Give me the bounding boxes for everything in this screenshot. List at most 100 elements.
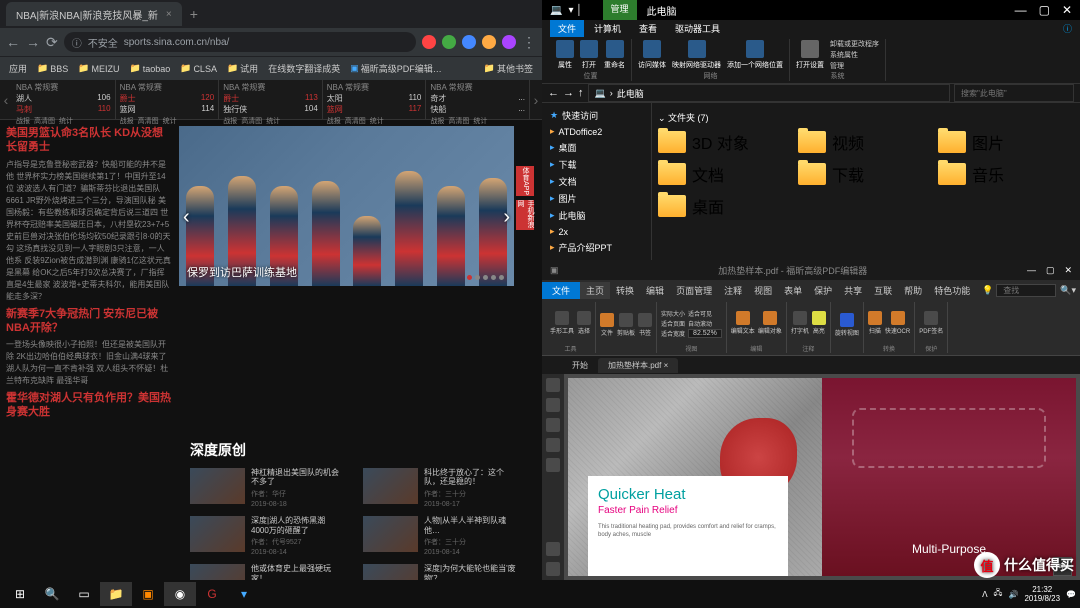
- folder-item[interactable]: 音乐: [938, 162, 1058, 186]
- manage runner #-link[interactable]: 管理: [830, 61, 879, 71]
- minimize-button[interactable]: —: [1027, 265, 1036, 276]
- zoom-page-button[interactable]: 适合页面: [661, 319, 685, 328]
- new-tab-button[interactable]: +: [190, 6, 198, 22]
- title-bar[interactable]: ▣ 加热垫样本.pdf - 福昕高级PDF编辑器 — ▢ ✕: [542, 260, 1080, 280]
- properties-button[interactable]: 属性: [556, 40, 574, 70]
- score-card[interactable]: NBA 常规赛 太阳110 篮网117 战报高清图统计: [323, 80, 427, 119]
- ribbon-tab[interactable]: 保护: [808, 282, 838, 299]
- app-taskbar-button[interactable]: ▾: [228, 582, 260, 606]
- open-button[interactable]: 打开: [580, 40, 598, 70]
- article-card[interactable]: 他或体育史上最强硬玩家！作者：三十分2019-08-13: [190, 564, 345, 580]
- headline-link[interactable]: 霍华德对湖人只有负作用？美国热身赛大胜: [6, 391, 171, 420]
- avatar-icon[interactable]: [502, 35, 516, 49]
- clock-time[interactable]: 21:32: [1024, 585, 1060, 594]
- ribbon-tab[interactable]: 页面管理: [670, 282, 718, 299]
- close-icon[interactable]: ×: [166, 9, 172, 20]
- back-button[interactable]: ←: [548, 87, 559, 99]
- page-view[interactable]: Multi-Purpose Quicker Heat Faster Pain R…: [564, 374, 1080, 580]
- explorer-taskbar-button[interactable]: 📁: [100, 582, 132, 606]
- ribbon-tab[interactable]: 视图: [748, 282, 778, 299]
- ribbon-tab[interactable]: 编辑: [640, 282, 670, 299]
- sign-button[interactable]: PDF签名: [919, 311, 943, 335]
- folder-item[interactable]: 视频: [798, 130, 918, 154]
- forward-button[interactable]: →: [563, 87, 574, 99]
- sidebar-item[interactable]: ▸ATDoffice2: [546, 124, 647, 139]
- folder-item[interactable]: 3D 对象: [658, 130, 778, 154]
- app-taskbar-button[interactable]: G: [196, 582, 228, 606]
- scan-button[interactable]: 扫描: [868, 311, 882, 335]
- title-bar[interactable]: 💻 ▾ │ 管理 此电脑 — ▢ ✕: [542, 0, 1080, 20]
- bookmark[interactable]: 📁CLSA: [177, 63, 220, 74]
- file-button[interactable]: 文件: [600, 313, 614, 337]
- uninstall-link[interactable]: 卸载或更改程序: [830, 39, 879, 49]
- browser-tab[interactable]: NBA|新浪NBA|新浪竞技风暴_新 ×: [6, 2, 182, 26]
- map-drive-button[interactable]: 映射网络驱动器: [672, 40, 721, 70]
- sidebar-item[interactable]: ▸此电脑: [546, 207, 647, 224]
- maximize-button[interactable]: ▢: [1046, 265, 1055, 276]
- up-button[interactable]: ↑: [578, 87, 584, 99]
- add-location-button[interactable]: 添加一个网络位置: [727, 40, 783, 70]
- document-tab[interactable]: 加热垫样本.pdf ×: [598, 358, 678, 373]
- sidebar-item[interactable]: ▸文档: [546, 173, 647, 190]
- search-icon[interactable]: 🔍▾: [1060, 285, 1076, 296]
- score-card[interactable]: NBA 常规赛 爵士113 独行侠104 战报高清图统计: [219, 80, 323, 119]
- search-button[interactable]: 🔍: [36, 582, 68, 606]
- bookmarks-panel-button[interactable]: [546, 378, 560, 392]
- bookmark[interactable]: 📁taobao: [126, 63, 173, 74]
- highlight-button[interactable]: 高亮: [812, 311, 826, 335]
- bookmark[interactable]: 📁MEIZU: [75, 63, 122, 74]
- manage-tab[interactable]: 管理: [603, 0, 637, 20]
- ribbon-tab[interactable]: 注释: [718, 282, 748, 299]
- path-segment[interactable]: 此电脑: [617, 87, 644, 100]
- autoscroll-button[interactable]: 自动滚动: [688, 319, 722, 328]
- task-view-button[interactable]: ▭: [68, 582, 100, 606]
- close-button[interactable]: ✕: [1062, 3, 1072, 17]
- start-tab[interactable]: 开始: [562, 358, 598, 373]
- mobile-promo-button[interactable]: 手机新浪网: [516, 200, 534, 230]
- ribbon-tab[interactable]: 主页: [580, 282, 610, 299]
- ribbon-tab[interactable]: 互联: [868, 282, 898, 299]
- article-card[interactable]: 科比终于放心了：这个队，还是稳的！作者：三十分2019-08-17: [363, 468, 518, 508]
- app-taskbar-button[interactable]: ▣: [132, 582, 164, 606]
- edit-object-button[interactable]: 编辑对象: [758, 311, 782, 335]
- address-bar[interactable]: ⓘ 不安全 sports.sina.com.cn/nba/: [64, 32, 416, 52]
- carousel-next-button[interactable]: ›: [503, 206, 510, 229]
- extension-icon[interactable]: [422, 35, 436, 49]
- folder-item[interactable]: 下载: [798, 162, 918, 186]
- group-header[interactable]: ⌄ 文件夹 (7): [658, 109, 1074, 126]
- clock-date[interactable]: 2019/8/23: [1024, 594, 1060, 603]
- ocr-button[interactable]: 快速OCR: [885, 311, 910, 335]
- hand-tool-button[interactable]: 手形工具: [550, 311, 574, 335]
- maximize-button[interactable]: ▢: [1039, 3, 1050, 17]
- ribbon-tab[interactable]: 帮助: [898, 282, 928, 299]
- minimize-button[interactable]: —: [1015, 3, 1027, 17]
- security-panel-button[interactable]: [546, 542, 560, 556]
- bookmark[interactable]: 📁试用: [224, 62, 261, 75]
- settings-button[interactable]: 打开设置: [796, 40, 824, 70]
- bookmark[interactable]: 应用: [6, 62, 30, 75]
- volume-icon[interactable]: 🔊: [1008, 590, 1018, 599]
- quick-access[interactable]: ★快速访问: [546, 107, 647, 124]
- sidebar-item[interactable]: ▸2x: [546, 224, 647, 239]
- headline-link[interactable]: 美国男篮认命3名队长 KD从没想长留勇士: [6, 126, 171, 155]
- typewriter-button[interactable]: 打字机: [791, 311, 809, 335]
- bookmark[interactable]: 📁BBS: [34, 63, 71, 74]
- file-tab[interactable]: 文件: [542, 282, 580, 299]
- reload-button[interactable]: ⟳: [46, 34, 58, 51]
- zoom-level[interactable]: 82.52%: [688, 329, 722, 338]
- scroll-right-button[interactable]: ›: [530, 80, 542, 119]
- article-card[interactable]: 神杠精退出美国队的机会不多了作者：华仔2019-08-18: [190, 468, 345, 508]
- ribbon-tab[interactable]: 计算机: [586, 20, 629, 37]
- search-input[interactable]: [996, 284, 1056, 297]
- app-promo-button[interactable]: 体育APP: [516, 166, 534, 196]
- folder-item[interactable]: 图片: [938, 130, 1058, 154]
- menu-icon[interactable]: ⋮: [522, 34, 536, 51]
- bookmark[interactable]: ▣福昕高级PDF编辑…: [347, 62, 445, 75]
- chrome-taskbar-button[interactable]: ◉: [164, 582, 196, 606]
- clipboard-button[interactable]: 剪贴板: [617, 313, 635, 337]
- ribbon-tab[interactable]: 特色功能: [928, 282, 976, 299]
- close-button[interactable]: ✕: [1064, 265, 1072, 276]
- signatures-panel-button[interactable]: [546, 562, 560, 576]
- article-card[interactable]: 深度|湖人的恐怖黑潮 4000万的砸醒了作者：代号95272019-08-14: [190, 516, 345, 556]
- ribbon-tab[interactable]: 表单: [778, 282, 808, 299]
